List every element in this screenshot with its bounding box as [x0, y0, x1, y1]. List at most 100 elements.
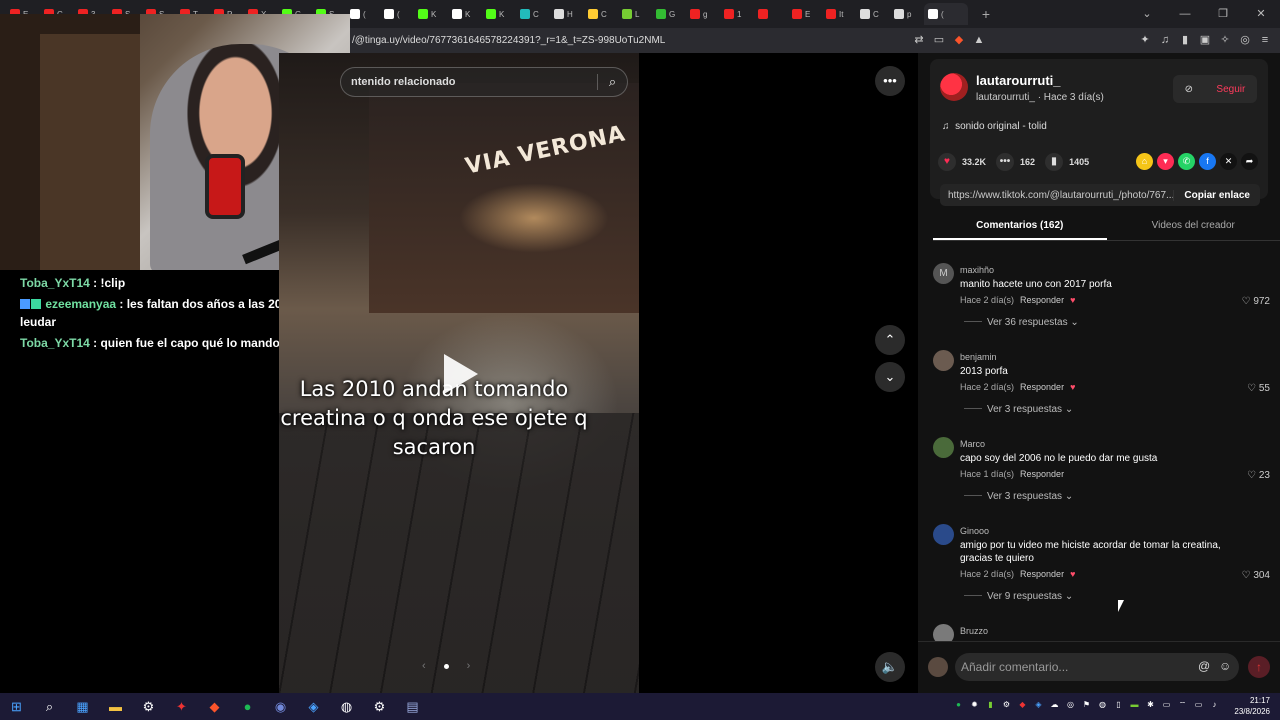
browser-tab[interactable]: (: [924, 3, 968, 25]
prev-photo-icon[interactable]: ‹: [422, 660, 426, 672]
sound-link[interactable]: ♫ sonido original - tolid: [942, 121, 1047, 132]
tray-icon[interactable]: ◎: [1065, 699, 1076, 710]
emoji-icon[interactable]: ☺: [1219, 659, 1231, 673]
cast-icon[interactable]: ▭: [932, 33, 946, 47]
spotify-icon[interactable]: ●: [231, 699, 264, 714]
next-photo-icon[interactable]: ›: [467, 660, 471, 672]
x-icon[interactable]: ✕: [1220, 153, 1237, 170]
comment-like-button[interactable]: ♡ 304: [1242, 570, 1270, 581]
obs-icon[interactable]: ◍: [330, 699, 363, 715]
maximize-button[interactable]: ❐: [1204, 0, 1242, 28]
folder-icon[interactable]: ▬: [99, 699, 132, 714]
view-replies-button[interactable]: Ver 3 respuestas ⌄: [964, 491, 1073, 502]
view-replies-button[interactable]: Ver 3 respuestas ⌄: [964, 404, 1073, 415]
tray-icon[interactable]: ▬: [1129, 699, 1140, 710]
new-tab-button[interactable]: +: [976, 6, 996, 22]
browser-tab[interactable]: K: [414, 3, 448, 25]
browser-tab[interactable]: [754, 3, 788, 25]
more-options-icon[interactable]: •••: [875, 66, 905, 96]
reply-button[interactable]: Responder: [1020, 469, 1064, 479]
report-icon[interactable]: ⊘: [1185, 84, 1193, 95]
comment-input[interactable]: Añadir comentario...: [955, 653, 1239, 681]
browser-tab[interactable]: p: [890, 3, 924, 25]
like-button[interactable]: ♥ 33.2K: [938, 153, 986, 171]
tray-icon[interactable]: ◍: [1097, 699, 1108, 710]
tab-comments[interactable]: Comentarios (162): [933, 213, 1107, 240]
copy-link-button[interactable]: Copiar enlace: [1173, 189, 1260, 201]
whatsapp-icon[interactable]: ✆: [1178, 153, 1195, 170]
menu-icon[interactable]: ≡: [1258, 33, 1272, 47]
save-button[interactable]: ▮ 1405: [1045, 153, 1089, 171]
send-button[interactable]: ↑: [1248, 656, 1270, 678]
reply-button[interactable]: Responder: [1020, 569, 1064, 579]
extensions-icon[interactable]: ✦: [1138, 33, 1152, 47]
chevron-up-icon[interactable]: ⌃: [875, 325, 905, 355]
repost-icon[interactable]: ▾: [1157, 153, 1174, 170]
tab-search-icon[interactable]: ⌄: [1128, 0, 1166, 28]
settings-icon[interactable]: ⚙: [132, 699, 165, 715]
avatar[interactable]: M: [933, 263, 954, 284]
browser-tab[interactable]: C: [856, 3, 890, 25]
avatar[interactable]: [933, 437, 954, 458]
facebook-icon[interactable]: f: [1199, 153, 1216, 170]
wallet-icon[interactable]: ▣: [1198, 33, 1212, 47]
browser-tab[interactable]: K: [448, 3, 482, 25]
comment-author[interactable]: Marco: [960, 439, 985, 449]
tray-icon[interactable]: ⚙: [1001, 699, 1012, 710]
tray-icon[interactable]: ⚑: [1081, 699, 1092, 710]
browser-tab[interactable]: K: [482, 3, 516, 25]
browser-tab[interactable]: C: [516, 3, 550, 25]
browser-tab[interactable]: It: [822, 3, 856, 25]
tray-icon[interactable]: ●: [953, 699, 964, 710]
tray-icon[interactable]: ✹: [969, 699, 980, 710]
avatar[interactable]: [940, 73, 968, 101]
follow-button[interactable]: ⊘ Seguir: [1173, 75, 1257, 103]
tray-icon[interactable]: ▮: [985, 699, 996, 710]
volume-icon[interactable]: ♪: [1209, 699, 1220, 710]
sidebar-icon[interactable]: ▮: [1178, 33, 1192, 47]
discord-icon[interactable]: ◉: [264, 699, 297, 715]
reply-button[interactable]: Responder: [1020, 295, 1064, 305]
rewards-icon[interactable]: ▲: [972, 33, 986, 47]
notepad-icon[interactable]: ▤: [396, 699, 429, 715]
brave-shield-icon[interactable]: ◆: [952, 33, 966, 47]
url-text[interactable]: /@tinga.uy/video/7677361646578224391?_r=…: [350, 35, 665, 46]
comment-like-button[interactable]: ♡ 55: [1247, 383, 1270, 394]
browser-tab[interactable]: L: [618, 3, 652, 25]
tray-icon[interactable]: ▭: [1161, 699, 1172, 710]
start-icon[interactable]: ⊞: [0, 699, 33, 715]
browser-tab[interactable]: H: [550, 3, 584, 25]
music-icon[interactable]: ♫: [1158, 33, 1172, 47]
volume-icon[interactable]: 🔈: [875, 652, 905, 682]
view-replies-button[interactable]: Ver 9 respuestas ⌄: [964, 591, 1073, 602]
wifi-icon[interactable]: ⌔: [1177, 699, 1188, 710]
battery-icon[interactable]: ▭: [1193, 699, 1204, 710]
reply-button[interactable]: Responder: [1020, 382, 1064, 392]
browser-tab[interactable]: C: [584, 3, 618, 25]
tray-icon[interactable]: ✱: [1145, 699, 1156, 710]
vpn-icon[interactable]: ◎: [1238, 33, 1252, 47]
avatar[interactable]: [933, 624, 954, 642]
search-icon[interactable]: ⌕: [597, 74, 627, 90]
close-window-button[interactable]: ✕: [1242, 0, 1280, 28]
comment-author[interactable]: Ginooo: [960, 526, 989, 536]
address-bar[interactable]: /@tinga.uy/video/7677361646578224391?_r=…: [350, 28, 1280, 53]
browser-tab[interactable]: E: [788, 3, 822, 25]
tab-creator-videos[interactable]: Videos del creador: [1107, 213, 1280, 240]
app-icon[interactable]: ✦: [165, 699, 198, 715]
leo-icon[interactable]: ✧: [1218, 33, 1232, 47]
comment-author[interactable]: benjamin: [960, 352, 997, 362]
avatar[interactable]: [933, 524, 954, 545]
comment-like-button[interactable]: ♡ 23: [1247, 470, 1270, 481]
share-icon[interactable]: ➦: [1241, 153, 1258, 170]
browser-tab[interactable]: (: [346, 3, 380, 25]
view-replies-button[interactable]: Ver 36 respuestas ⌄: [964, 317, 1079, 328]
tray-icon[interactable]: ▯: [1113, 699, 1124, 710]
settings-icon[interactable]: ⚙: [363, 699, 396, 715]
translate-icon[interactable]: ⇄: [912, 33, 926, 47]
browser-tab[interactable]: 1: [720, 3, 754, 25]
share-link-text[interactable]: https://www.tiktok.com/@lautarourruti_/p…: [940, 190, 1173, 201]
browser-tab[interactable]: G: [652, 3, 686, 25]
app-icon[interactable]: ◈: [297, 699, 330, 715]
tray-icon[interactable]: ◆: [1017, 699, 1028, 710]
